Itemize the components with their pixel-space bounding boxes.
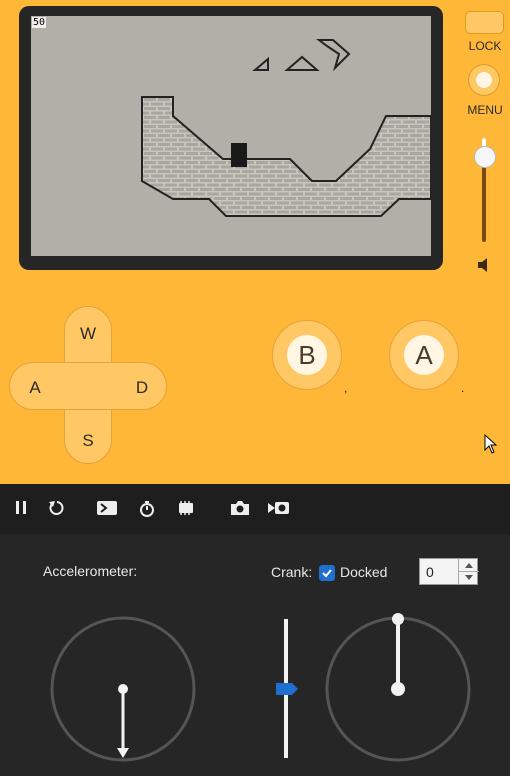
device-icon[interactable] <box>176 500 198 518</box>
speaker-icon <box>478 258 487 272</box>
stopwatch-icon[interactable] <box>139 500 161 518</box>
crank-slider[interactable] <box>276 619 298 758</box>
accelerometer-arrow-icon <box>117 748 129 758</box>
b-button-label: B <box>287 335 327 375</box>
dpad-left-key[interactable]: A <box>20 378 50 398</box>
shape-triangle-small <box>252 56 269 71</box>
fps-counter: 50 <box>32 17 47 28</box>
crank-slider-handle <box>276 683 298 695</box>
b-button[interactable]: B <box>272 320 342 390</box>
controls-graphics <box>50 613 471 762</box>
player-block <box>231 143 247 167</box>
shape-triangle <box>284 55 320 71</box>
menu-label: MENU <box>467 103 503 117</box>
menu-button[interactable] <box>468 64 500 96</box>
accelerometer-dial[interactable] <box>50 616 196 762</box>
toolbar <box>0 484 510 534</box>
console-icon[interactable] <box>96 500 118 518</box>
lock-label: LOCK <box>468 39 502 53</box>
pause-icon[interactable] <box>14 500 36 518</box>
game-screen[interactable]: 50 <box>31 16 431 256</box>
a-button[interactable]: A <box>389 320 459 390</box>
playdate-device: 50 LOCK MENU W A D S B , A . <box>0 0 510 484</box>
game-scene <box>141 39 431 217</box>
dpad-right-key[interactable]: D <box>127 378 157 398</box>
crank-dial[interactable] <box>325 613 471 762</box>
restart-icon[interactable] <box>48 500 70 518</box>
shape-arrow <box>316 39 351 72</box>
dpad-down-key[interactable]: S <box>73 431 103 451</box>
lock-button[interactable] <box>465 11 504 34</box>
camera-icon[interactable] <box>230 500 252 518</box>
terrain <box>141 96 431 217</box>
crank-handle-knob <box>392 613 404 625</box>
volume-slider-knob[interactable] <box>474 146 496 168</box>
crank-center-dot <box>391 682 405 696</box>
accelerometer-center-dot <box>118 684 128 694</box>
mouse-cursor-icon <box>484 433 498 454</box>
a-button-key: . <box>461 381 465 395</box>
dpad-up-key[interactable]: W <box>73 324 103 344</box>
a-button-label: A <box>404 335 444 375</box>
b-button-key: , <box>344 381 348 395</box>
video-icon[interactable] <box>267 500 289 518</box>
screen-bezel: 50 <box>19 6 443 270</box>
